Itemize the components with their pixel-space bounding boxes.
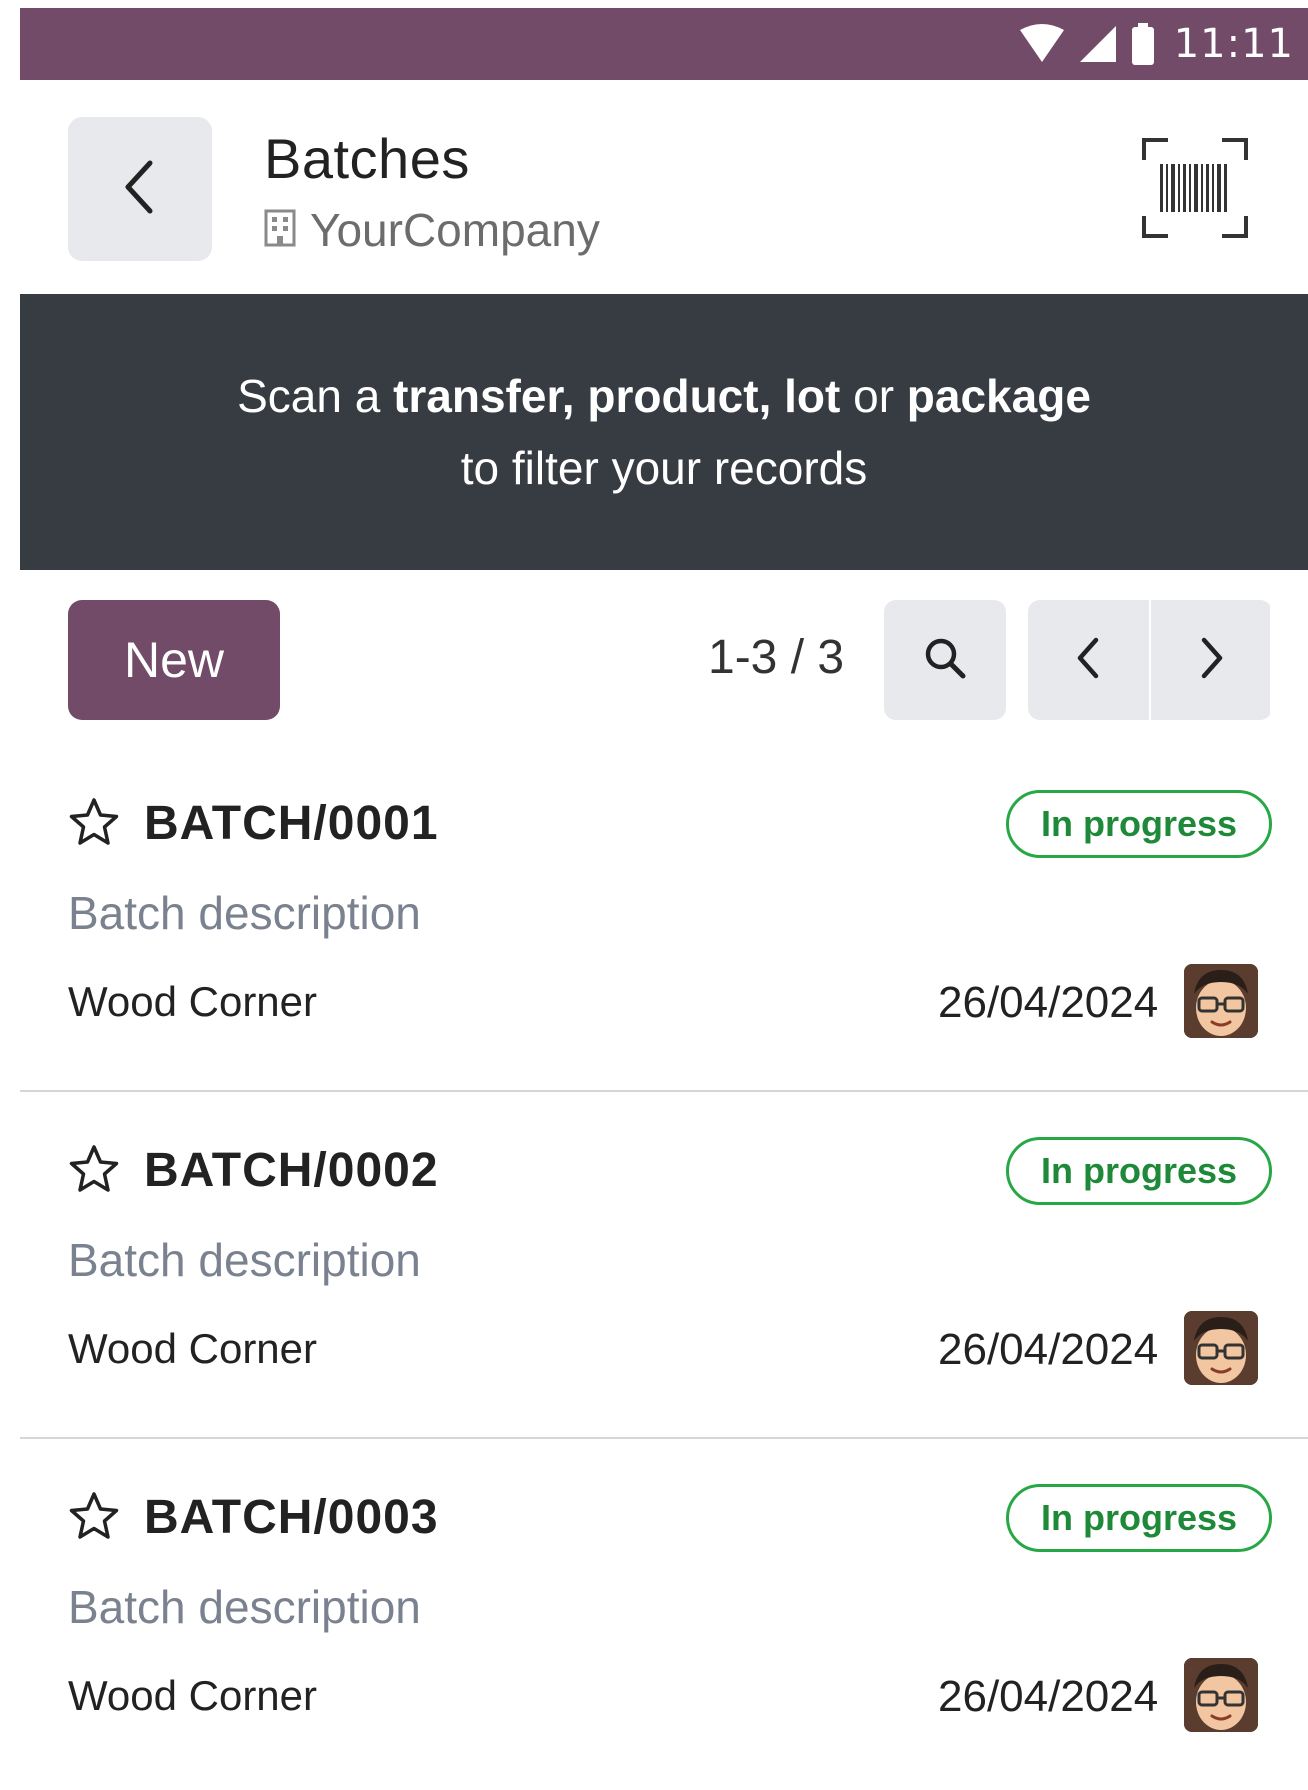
app-frame: 11:11 Batches YourCompany Scan a transfe…	[20, 8, 1308, 1790]
status-time: 11:11	[1173, 21, 1294, 67]
back-button[interactable]	[68, 117, 212, 261]
building-icon	[264, 209, 296, 252]
pager-buttons	[1028, 600, 1272, 720]
pager-value[interactable]: 1-3 / 3	[708, 630, 844, 685]
record-description: Batch description	[68, 887, 421, 939]
avatar	[1184, 964, 1258, 1038]
company-name: YourCompany	[310, 204, 600, 256]
scan-banner: Scan a transfer, product, lot or package…	[20, 294, 1308, 570]
star-icon[interactable]	[68, 796, 120, 848]
record-card[interactable]: BATCH/0001 In progress Batch description…	[20, 746, 1308, 1092]
company-switcher[interactable]: YourCompany	[264, 203, 600, 257]
record-name: BATCH/0002	[144, 1144, 439, 1197]
record-partner: Wood Corner	[68, 1672, 318, 1719]
scan-banner-line1: Scan a transfer, product, lot or package	[20, 360, 1308, 432]
wifi-icon	[1018, 24, 1066, 64]
status-badge: In progress	[1006, 1137, 1272, 1205]
barcode-scan-icon	[1140, 138, 1250, 244]
star-icon[interactable]	[68, 1143, 120, 1195]
record-card[interactable]: BATCH/0003 In progress Batch description…	[20, 1440, 1308, 1786]
banner-text-part: Scan a	[237, 370, 394, 422]
new-button[interactable]: New	[68, 600, 280, 720]
record-description: Batch description	[68, 1581, 421, 1633]
star-icon[interactable]	[68, 1490, 120, 1542]
signal-icon	[1078, 24, 1118, 64]
record-partner: Wood Corner	[68, 1325, 318, 1372]
avatar	[1184, 1311, 1258, 1385]
record-date: 26/04/2024	[938, 1325, 1159, 1374]
status-bar: 11:11	[20, 8, 1308, 80]
banner-text-bold: transfer, product, lot	[393, 370, 841, 422]
scan-banner-line2: to filter your records	[460, 442, 868, 494]
record-card[interactable]: BATCH/0002 In progress Batch description…	[20, 1093, 1308, 1439]
search-button[interactable]	[884, 600, 1006, 720]
pager-next-button[interactable]	[1149, 600, 1270, 720]
page-title: Batches	[264, 127, 470, 190]
record-name: BATCH/0003	[144, 1491, 439, 1544]
chevron-left-icon	[1074, 636, 1104, 685]
banner-text-bold: package	[906, 370, 1091, 422]
record-divider	[20, 1090, 1308, 1092]
record-divider	[20, 1437, 1308, 1439]
record-date: 26/04/2024	[938, 978, 1159, 1027]
record-date: 26/04/2024	[938, 1672, 1159, 1721]
pager-previous-button[interactable]	[1028, 600, 1149, 720]
record-partner: Wood Corner	[68, 978, 318, 1025]
chevron-left-icon	[120, 159, 160, 220]
status-badge: In progress	[1006, 790, 1272, 858]
avatar	[1184, 1658, 1258, 1732]
record-name: BATCH/0001	[144, 797, 439, 850]
battery-icon	[1130, 23, 1156, 65]
barcode-scan-button[interactable]	[1140, 136, 1250, 240]
chevron-right-icon	[1196, 636, 1226, 685]
record-description: Batch description	[68, 1234, 421, 1286]
banner-text-part: or	[840, 370, 907, 422]
search-icon	[923, 636, 967, 685]
status-badge: In progress	[1006, 1484, 1272, 1552]
